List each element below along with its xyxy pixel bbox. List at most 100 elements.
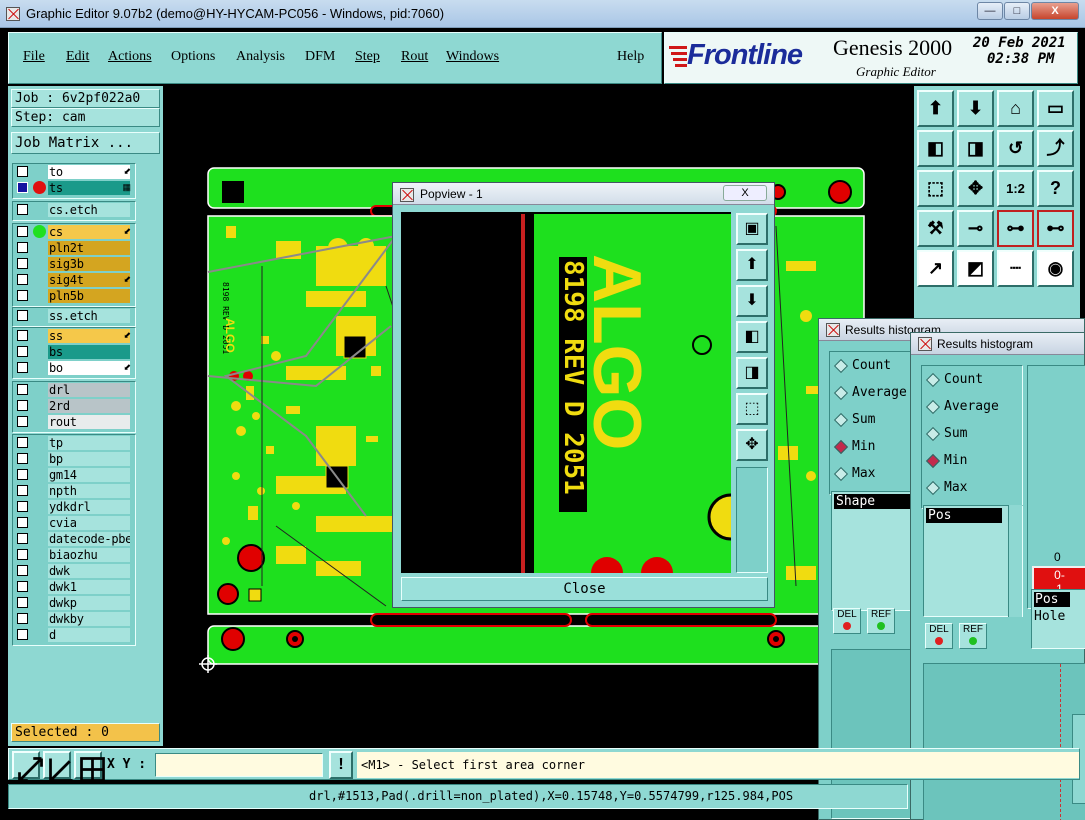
results1-ref-button[interactable]: REF xyxy=(867,608,895,634)
layer-checkbox[interactable] xyxy=(17,204,28,215)
layer-name[interactable]: bp xyxy=(48,452,130,466)
layer-checkbox[interactable] xyxy=(17,182,28,193)
layer-name[interactable]: dwkp xyxy=(48,596,130,610)
layer-row-ss[interactable]: ss ⬋ xyxy=(15,329,133,344)
layer-checkbox[interactable] xyxy=(17,597,28,608)
popview-close-button[interactable]: Close xyxy=(401,577,768,601)
layer-row-biaozhu[interactable]: biaozhu xyxy=(15,548,133,563)
menu-windows[interactable]: Windows xyxy=(446,49,499,65)
fit-button[interactable]: ⬚ xyxy=(917,170,954,207)
zoom-center-button[interactable]: ✥ xyxy=(957,170,994,207)
layer-checkbox[interactable] xyxy=(17,416,28,427)
menu-help[interactable]: Help xyxy=(617,49,644,65)
zoom-area-button[interactable] xyxy=(12,751,43,782)
layer-name[interactable]: ydkdrl xyxy=(48,500,130,514)
layer-checkbox[interactable] xyxy=(17,274,28,285)
results2-option-min[interactable]: Min xyxy=(922,447,1022,474)
nodes-select-button[interactable]: ⊷ xyxy=(1037,210,1074,247)
layer-name[interactable]: pln5b xyxy=(48,289,130,303)
layer-row-dwkp[interactable]: dwkp xyxy=(15,596,133,611)
layer-checkbox[interactable] xyxy=(17,501,28,512)
job-matrix-button[interactable]: Job Matrix ... xyxy=(11,132,160,154)
layer-checkbox[interactable] xyxy=(17,242,28,253)
forward-button[interactable]: ◨ xyxy=(957,130,994,167)
layer-checkbox[interactable] xyxy=(17,549,28,560)
results2-option-count[interactable]: Count xyxy=(922,366,1022,393)
pv-left-button[interactable]: ◧ xyxy=(736,321,768,353)
menu-actions[interactable]: Actions xyxy=(108,49,152,65)
layer-checkbox[interactable] xyxy=(17,226,28,237)
layer-row-dwk1[interactable]: dwk1 xyxy=(15,580,133,595)
layer-row-to[interactable]: to ⬋ xyxy=(15,165,133,180)
minimize-button[interactable]: — xyxy=(977,2,1003,20)
layer-name[interactable]: tp xyxy=(48,436,130,450)
results2-option-average[interactable]: Average xyxy=(922,393,1022,420)
layer-name[interactable]: drl xyxy=(48,383,130,397)
layer-checkbox[interactable] xyxy=(17,629,28,640)
scale-1-2-button[interactable]: 1:2 xyxy=(997,170,1034,207)
xy-input[interactable] xyxy=(155,753,323,777)
route-button[interactable]: ⤴ xyxy=(1037,130,1074,167)
probe-button[interactable]: ⊸ xyxy=(957,210,994,247)
layer-name[interactable]: cvia xyxy=(48,516,130,530)
results2-ref-button[interactable]: REF xyxy=(959,623,987,649)
layer-checkbox[interactable] xyxy=(17,613,28,624)
layer-checkbox[interactable] xyxy=(17,485,28,496)
layer-checkbox[interactable] xyxy=(17,166,28,177)
layer-row-drl[interactable]: drl xyxy=(15,383,133,398)
layer-name[interactable]: npth xyxy=(48,484,130,498)
results2-list-header[interactable]: Pos xyxy=(926,508,1002,523)
pv-up-button[interactable]: ⬆ xyxy=(736,249,768,281)
layer-checkbox[interactable] xyxy=(17,384,28,395)
menu-dfm[interactable]: DFM xyxy=(305,49,335,65)
ruler-button[interactable]: ┈ xyxy=(997,250,1034,287)
layer-name[interactable]: ss xyxy=(48,329,130,343)
menu-rout[interactable]: Rout xyxy=(401,49,428,65)
results1-option-min[interactable]: Min xyxy=(830,433,910,460)
nodes-button[interactable]: ⊶ xyxy=(997,210,1034,247)
layer-checkbox[interactable] xyxy=(17,310,28,321)
popview-zoom-canvas[interactable]: 8198 REV D 2051 ALGO xyxy=(401,212,731,573)
results1-del-button[interactable]: DEL xyxy=(833,608,861,634)
menu-options[interactable]: Options xyxy=(171,49,215,65)
layer-row-dwk[interactable]: dwk xyxy=(15,564,133,579)
results1-option-count[interactable]: Count xyxy=(830,352,910,379)
layer-name[interactable]: gm14 xyxy=(48,468,130,482)
layer-checkbox[interactable] xyxy=(17,453,28,464)
warning-button[interactable]: ! xyxy=(329,751,353,779)
layer-name[interactable]: 2rd xyxy=(48,399,130,413)
layer-checkbox[interactable] xyxy=(17,346,28,357)
layer-name[interactable]: cs xyxy=(48,225,130,239)
layer-row-npth[interactable]: npth xyxy=(15,484,133,499)
layer-row-cs.etch[interactable]: cs.etch xyxy=(15,203,133,218)
layer-name[interactable]: bo xyxy=(48,361,130,375)
layer-row-ydkdrl[interactable]: ydkdrl xyxy=(15,500,133,515)
layer-name[interactable]: to xyxy=(48,165,130,179)
layer-name[interactable]: dwkby xyxy=(48,612,130,626)
layer-checkbox[interactable] xyxy=(17,469,28,480)
snap-point-button[interactable]: ↗ xyxy=(917,250,954,287)
layer-checkbox[interactable] xyxy=(17,258,28,269)
maximize-button[interactable]: □ xyxy=(1004,2,1030,20)
popview-close-x[interactable]: X xyxy=(723,185,767,201)
layer-name[interactable]: d xyxy=(48,628,130,642)
results2-option-max[interactable]: Max xyxy=(922,474,1022,501)
layer-name[interactable]: sig3b xyxy=(48,257,130,271)
layer-row-datecode-pbe[interactable]: datecode-pbe xyxy=(15,532,133,547)
redo-button[interactable]: ↺ xyxy=(997,130,1034,167)
layer-checkbox[interactable] xyxy=(17,565,28,576)
grid-snap-button[interactable] xyxy=(74,751,105,782)
layer-checkbox[interactable] xyxy=(17,330,28,341)
layer-name[interactable]: rout xyxy=(48,415,130,429)
layer-checkbox[interactable] xyxy=(17,517,28,528)
layer-checkbox[interactable] xyxy=(17,400,28,411)
layer-row-dwkby[interactable]: dwkby xyxy=(15,612,133,627)
layer-name[interactable]: bs xyxy=(48,345,130,359)
layer-row-cvia[interactable]: cvia xyxy=(15,516,133,531)
pad-select-button[interactable]: ◉ xyxy=(1037,250,1074,287)
menu-edit[interactable]: Edit xyxy=(66,49,89,65)
layer-row-bs[interactable]: bs xyxy=(15,345,133,360)
layer-name[interactable]: cs.etch xyxy=(48,203,130,217)
layer-name[interactable]: datecode-pbe xyxy=(48,532,130,546)
home-button[interactable]: ⌂ xyxy=(997,90,1034,127)
